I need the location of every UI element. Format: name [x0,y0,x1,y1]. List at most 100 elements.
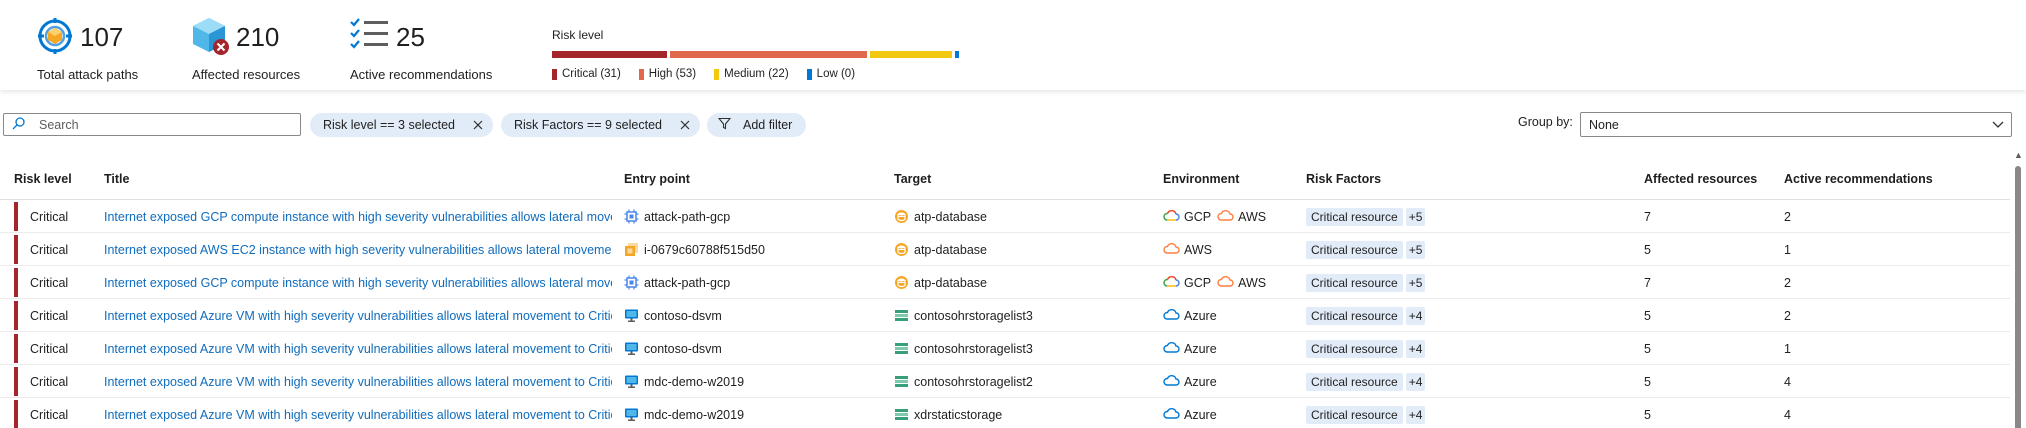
environment-cell: Azure [1163,365,1293,398]
risk-legend-swatch [806,68,812,80]
environment-cell: Azure [1163,299,1293,332]
entry-point-cell[interactable]: i-0679c60788f515d50 [624,233,884,266]
search-input[interactable] [39,117,279,132]
environment-label: GCP [1184,209,1212,224]
risk-factor-more-chip[interactable]: +5 [1405,240,1426,259]
cloud-aws-icon [1217,275,1234,290]
scroll-up-icon[interactable]: ▲ [2014,150,2023,160]
column-header-environment[interactable]: Environment [1163,172,1239,186]
active-recommendations-cell: 1 [1784,242,1791,257]
filter-pill-risk-factors[interactable]: Risk Factors == 9 selected [501,113,700,137]
affected-resources-cell: 5 [1644,407,1651,422]
active-recommendations-cell: 1 [1784,341,1791,356]
target-cell[interactable]: contosohrstoragelist3 [894,332,1154,365]
critical-severity-bar [14,202,18,231]
add-filter-label: Add filter [743,118,793,132]
table-row[interactable]: Critical Internet exposed GCP compute ins… [0,266,2010,299]
table-row[interactable]: Critical Internet exposed GCP compute ins… [0,200,2010,233]
chevron-down-icon [1991,117,2005,134]
risk-legend-swatch [638,68,644,80]
checklist-icon [350,16,392,59]
cloud-aws-icon [1217,209,1234,224]
entry-point-cell[interactable]: attack-path-gcp [624,200,884,233]
risk-factor-more-chip[interactable]: +5 [1405,273,1426,292]
metric-affected-resources[interactable]: 210 Affected resources [192,16,300,82]
filter-pill-risk-level[interactable]: Risk level == 3 selected [310,113,494,137]
table-row[interactable]: Critical Internet exposed Azure VM with h… [0,398,2010,428]
metric-active-recommendations[interactable]: 25 Active recommendations [350,16,492,82]
environment-label: GCP [1184,275,1212,290]
close-icon[interactable] [473,117,483,133]
column-header-risk-factors[interactable]: Risk Factors [1306,172,1381,186]
scrollbar-thumb[interactable] [2015,166,2021,428]
environment-azure: Azure [1163,308,1217,323]
affected-resources-cell: 5 [1644,242,1651,257]
environment-label: AWS [1238,275,1267,290]
column-header-risk-level[interactable]: Risk level [14,172,72,186]
filter-pill-label: Risk level == 3 selected [323,118,456,132]
target-cell[interactable]: atp-database [894,233,1154,266]
attack-path-title-link[interactable]: Internet exposed Azure VM with high seve… [104,299,612,332]
environment-aws: AWS [1217,275,1266,290]
risk-factor-more-chip[interactable]: +4 [1405,306,1426,325]
database-icon [894,242,909,257]
risk-level-legend: Critical (31) High (53) Medium (22) Low (0) [552,68,962,80]
column-header-affected-resources[interactable]: Affected resources [1644,172,1757,186]
column-header-title[interactable]: Title [104,172,129,186]
close-icon[interactable] [680,117,690,133]
column-header-entry-point[interactable]: Entry point [624,172,690,186]
attack-path-title-link[interactable]: Internet exposed GCP compute instance wi… [104,266,612,299]
entry-point-cell[interactable]: attack-path-gcp [624,266,884,299]
table-row[interactable]: Critical Internet exposed Azure VM with h… [0,299,2010,332]
entry-point-name: attack-path-gcp [644,209,731,224]
column-header-target[interactable]: Target [894,172,931,186]
table-row[interactable]: Critical Internet exposed Azure VM with h… [0,332,2010,365]
environment-label: Azure [1184,308,1217,323]
environment-aws: AWS [1163,242,1212,257]
vertical-scrollbar[interactable]: ▲ [2012,148,2024,428]
search-icon [12,116,25,133]
cloud-azure-icon [1163,374,1180,389]
entry-point-cell[interactable]: contoso-dsvm [624,332,884,365]
storage-icon [894,374,909,389]
attack-path-title-link[interactable]: Internet exposed Azure VM with high seve… [104,332,612,365]
attack-path-title-link[interactable]: Internet exposed GCP compute instance wi… [104,200,612,233]
target-cell[interactable]: atp-database [894,266,1154,299]
column-header-active-recommendations[interactable]: Active recommendations [1784,172,1933,186]
table-row[interactable]: Critical Internet exposed Azure VM with h… [0,365,2010,398]
risk-factor-more-chip[interactable]: +4 [1405,339,1426,358]
entry-point-cell[interactable]: mdc-demo-w2019 [624,365,884,398]
search-box[interactable] [3,113,301,136]
target-cell[interactable]: atp-database [894,200,1154,233]
risk-legend-swatch [552,68,557,80]
target-name: contosohrstoragelist2 [914,374,1033,389]
table-row[interactable]: Critical Internet exposed AWS EC2 instanc… [0,233,2010,266]
target-cell[interactable]: xdrstaticstorage [894,398,1154,428]
critical-severity-bar [14,400,18,428]
attack-path-title-link[interactable]: Internet exposed Azure VM with high seve… [104,398,612,428]
active-recommendations-cell: 2 [1784,308,1791,323]
environment-aws: AWS [1217,209,1266,224]
risk-factor-more-chip[interactable]: +5 [1405,207,1426,226]
critical-severity-bar [14,301,18,330]
metric-attack-paths[interactable]: 107 Total attack paths [36,16,138,82]
entry-point-name: mdc-demo-w2019 [644,374,745,389]
affected-resources-cell: 5 [1644,374,1651,389]
attack-path-title-link[interactable]: Internet exposed AWS EC2 instance with h… [104,233,612,266]
target-cell[interactable]: contosohrstoragelist3 [894,299,1154,332]
risk-factors-cell: Critical resource +4 [1306,365,1606,398]
target-name: atp-database [914,275,987,290]
entry-point-cell[interactable]: contoso-dsvm [624,299,884,332]
target-cell[interactable]: contosohrstoragelist2 [894,365,1154,398]
attack-path-title-link[interactable]: Internet exposed Azure VM with high seve… [104,365,612,398]
risk-factor-more-chip[interactable]: +4 [1405,372,1426,391]
risk-factor-more-chip[interactable]: +4 [1405,405,1426,424]
risk-legend-item: High (53) [638,68,696,80]
vm-icon [624,341,639,356]
attack-path-target-icon [36,16,76,59]
risk-factor-chip: Critical resource [1306,405,1403,424]
entry-point-cell[interactable]: mdc-demo-w2019 [624,398,884,428]
add-filter-button[interactable]: Add filter [707,113,807,137]
risk-factor-chip: Critical resource [1306,240,1403,259]
group-by-dropdown[interactable]: None [1580,112,2012,137]
